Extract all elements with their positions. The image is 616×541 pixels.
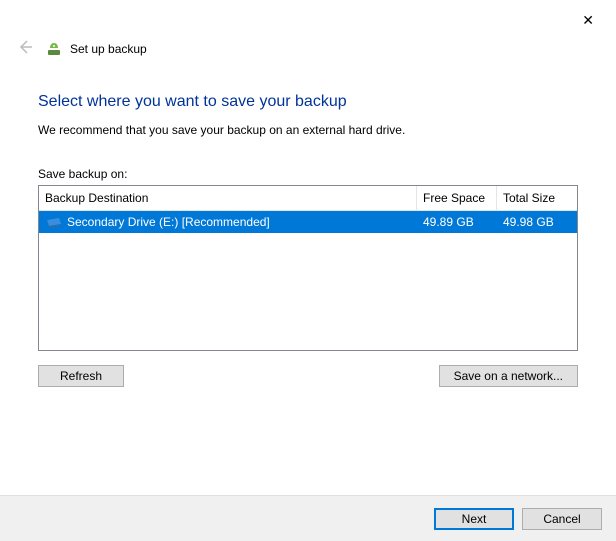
content-area: Select where you want to save your backu…: [0, 59, 616, 387]
titlebar: Set up backup: [0, 0, 616, 59]
cancel-button[interactable]: Cancel: [522, 508, 602, 530]
next-button[interactable]: Next: [434, 508, 514, 530]
table-row[interactable]: Secondary Drive (E:) [Recommended] 49.89…: [39, 211, 577, 233]
save-on-network-button[interactable]: Save on a network...: [439, 365, 578, 387]
page-subtext: We recommend that you save your backup o…: [38, 123, 578, 137]
list-header: Backup Destination Free Space Total Size: [39, 186, 577, 211]
refresh-button[interactable]: Refresh: [38, 365, 124, 387]
titlebar-text: Set up backup: [70, 42, 147, 56]
row-destination-name: Secondary Drive (E:) [Recommended]: [67, 215, 270, 229]
column-header-destination[interactable]: Backup Destination: [39, 186, 417, 210]
drive-icon: [45, 216, 61, 228]
column-header-free-space[interactable]: Free Space: [417, 186, 497, 210]
column-header-total-size[interactable]: Total Size: [497, 186, 577, 210]
row-total-size: 49.98 GB: [497, 215, 577, 229]
row-free-space: 49.89 GB: [417, 215, 497, 229]
back-arrow-icon[interactable]: [12, 38, 38, 59]
footer-bar: Next Cancel: [0, 495, 616, 541]
list-button-row: Refresh Save on a network...: [38, 365, 578, 387]
list-label: Save backup on:: [38, 167, 578, 181]
close-icon: ✕: [582, 12, 594, 28]
page-heading: Select where you want to save your backu…: [38, 93, 578, 111]
backup-destination-list[interactable]: Backup Destination Free Space Total Size…: [38, 185, 578, 351]
close-button[interactable]: ✕: [574, 8, 602, 33]
backup-wizard-icon: [46, 41, 62, 57]
